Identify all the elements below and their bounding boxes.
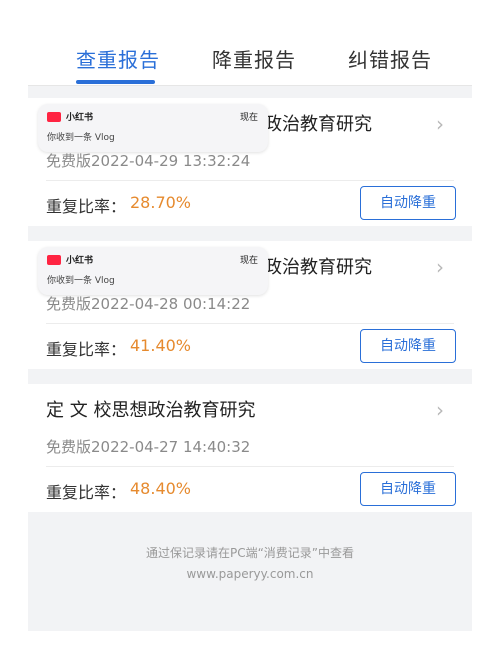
rate-label: 重复比率： [46,340,127,359]
report-date: 免费版2022-04-28 00:14:22 [46,295,251,313]
rate-label: 重复比率： [46,197,127,216]
chevron-right-icon[interactable]: › [436,400,452,420]
report-list: 小红书 现在 你收到一条 Vlog 想政治教育研究 › 免费版2022-04-2… [28,86,472,631]
rate-value: 28.70% [130,193,192,212]
xiaohongshu-logo-icon [47,255,61,265]
tab-correction-report[interactable]: 纠错报告 [348,44,432,74]
notification-message: 你收到一条 Vlog [47,133,115,143]
report-title: 想政治教育研究 [246,257,372,278]
rate-label: 重复比率： [46,483,127,502]
report-title: 想政治教育研究 [246,114,372,135]
xiaohongshu-logo-icon [47,112,61,122]
tab-rewrite-report[interactable]: 降重报告 [212,44,296,74]
report-tabs: 查重报告 降重报告 纠错报告 [28,0,472,86]
tab-plagiarism-check[interactable]: 查重报告 [76,44,160,74]
app-root: { "tabs": [ {"label": "查重报告", "active": … [0,0,500,667]
auto-rewrite-button[interactable]: 自动降重 [360,472,456,506]
chevron-right-icon[interactable]: › [436,114,452,134]
auto-rewrite-button[interactable]: 自动降重 [360,329,456,363]
notification-time: 现在 [239,113,258,123]
notification-app-name: 小红书 [66,256,94,266]
active-tab-indicator [76,80,155,84]
notification-banner[interactable]: 小红书 现在 你收到一条 Vlog [38,104,268,152]
footer-url: www.paperyy.com.cn [186,567,314,581]
report-card[interactable]: 小红书 现在 你收到一条 Vlog 想政治教育研究 › 免费版2022-04-2… [28,98,472,226]
notification-banner[interactable]: 小红书 现在 你收到一条 Vlog [38,247,268,295]
report-date: 免费版2022-04-29 13:32:24 [46,152,251,170]
notification-message: 你收到一条 Vlog [47,276,115,286]
card-divider [46,323,454,324]
rate-value: 41.40% [130,336,192,355]
report-date: 免费版2022-04-27 14:40:32 [46,438,251,456]
report-card[interactable]: 定 文 校思想政治教育研究 › 免费版2022-04-27 14:40:32 重… [28,384,472,512]
footer-note: 通过保记录请在PC端“消费记录”中查看 [145,546,355,560]
notification-time: 现在 [239,256,258,266]
card-divider [46,466,454,467]
auto-rewrite-button[interactable]: 自动降重 [360,186,456,220]
card-divider [46,180,454,181]
chevron-right-icon[interactable]: › [436,257,452,277]
report-title: 定 文 校思想政治教育研究 [46,400,256,421]
rate-value: 48.40% [130,479,192,498]
report-card[interactable]: 小红书 现在 你收到一条 Vlog 想政治教育研究 › 免费版2022-04-2… [28,241,472,369]
notification-app-name: 小红书 [66,113,94,123]
